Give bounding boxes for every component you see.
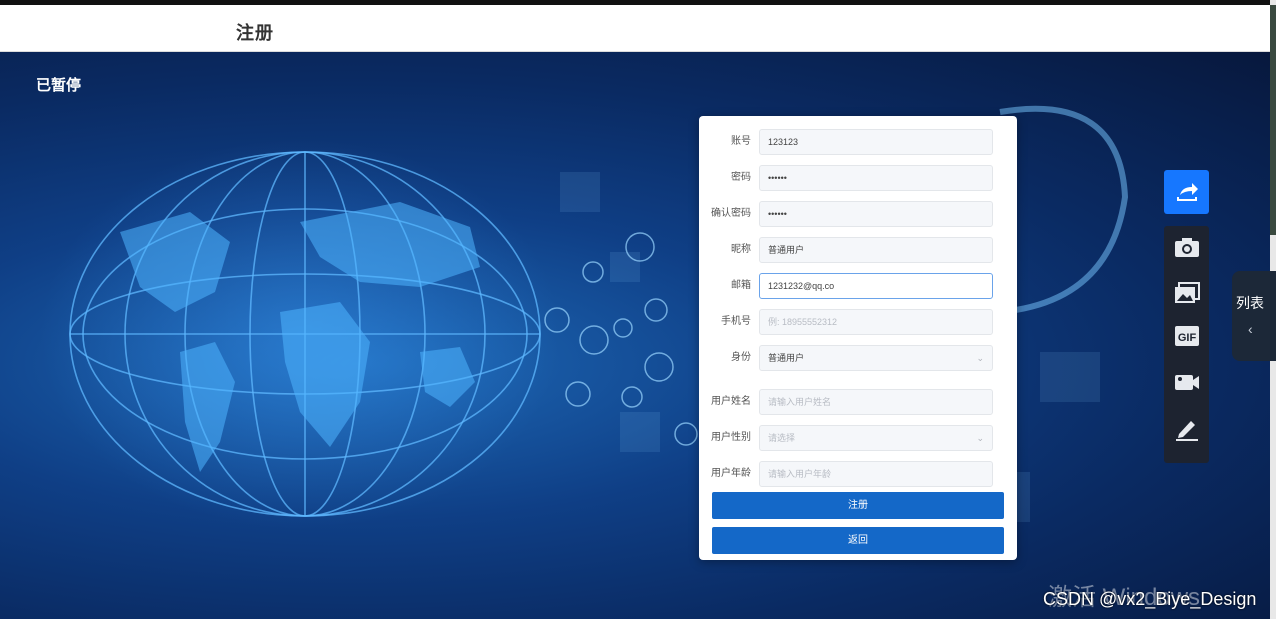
share-icon: [1164, 174, 1209, 210]
scrollbar-thumb[interactable]: [1270, 5, 1276, 235]
email-input[interactable]: 1231232@qq.co: [759, 273, 993, 299]
username-label: 用户姓名: [711, 396, 751, 407]
gif-icon[interactable]: GIF: [1164, 318, 1209, 354]
confirm-password-label: 确认密码: [711, 208, 751, 219]
chevron-left-icon[interactable]: ‹: [1248, 321, 1253, 337]
confirm-password-row: 确认密码 ••••••: [699, 201, 1017, 227]
chevron-down-icon: ⌄: [976, 433, 984, 443]
svg-text:GIF: GIF: [1177, 332, 1196, 344]
confirm-password-input[interactable]: ••••••: [759, 201, 993, 227]
gallery-icon[interactable]: [1164, 275, 1209, 311]
phone-input[interactable]: 例: 18955552312: [759, 309, 993, 335]
account-input[interactable]: 123123: [759, 129, 993, 155]
account-row: 账号 123123: [699, 129, 1017, 155]
age-row: 用户年龄 请输入用户年龄: [699, 461, 1017, 487]
share-button[interactable]: [1164, 170, 1209, 214]
account-label: 账号: [731, 136, 751, 147]
list-side-panel[interactable]: 列表 ‹: [1232, 271, 1276, 361]
nickname-row: 昵称 普通用户: [699, 237, 1017, 263]
camera-icon[interactable]: [1164, 229, 1209, 265]
nickname-label: 昵称: [731, 244, 751, 255]
phone-label: 手机号: [721, 316, 751, 327]
register-button[interactable]: 注册: [712, 492, 1004, 519]
chevron-down-icon: ⌄: [976, 353, 984, 363]
email-row: 邮箱 1231232@qq.co: [699, 273, 1017, 299]
gender-select[interactable]: 请选择 ⌄: [759, 425, 993, 451]
page-header: 注册: [0, 5, 1270, 52]
capture-toolbar: GIF: [1164, 226, 1209, 463]
pen-icon[interactable]: [1164, 411, 1209, 447]
identity-select[interactable]: 普通用户 ⌄: [759, 345, 993, 371]
email-label: 邮箱: [731, 280, 751, 291]
password-input[interactable]: ••••••: [759, 165, 993, 191]
back-button[interactable]: 返回: [712, 527, 1004, 554]
identity-select-value: 普通用户: [768, 353, 805, 363]
register-form-card: 账号 123123 密码 •••••• 确认密码 •••••• 昵称 普通用户 …: [699, 116, 1017, 560]
username-input[interactable]: 请输入用户姓名: [759, 389, 993, 415]
age-label: 用户年龄: [711, 468, 751, 479]
list-label: 列表: [1236, 295, 1264, 311]
globe-background-art: [40, 105, 1129, 529]
nickname-input[interactable]: 普通用户: [759, 237, 993, 263]
gender-select-placeholder: 请选择: [768, 433, 796, 443]
username-row: 用户姓名 请输入用户姓名: [699, 389, 1017, 415]
password-row: 密码 ••••••: [699, 165, 1017, 191]
paused-indicator: 已暂停: [36, 77, 82, 94]
gender-row: 用户性别 请选择 ⌄: [699, 425, 1017, 451]
gender-label: 用户性别: [711, 432, 751, 443]
identity-row: 身份 普通用户 ⌄: [699, 345, 1017, 371]
age-input[interactable]: 请输入用户年龄: [759, 461, 993, 487]
password-label: 密码: [731, 172, 751, 183]
page-title: 注册: [236, 23, 274, 43]
csdn-watermark: CSDN @vx2_Biye_Design: [1043, 589, 1257, 609]
phone-row: 手机号 例: 18955552312: [699, 309, 1017, 335]
video-icon[interactable]: [1164, 364, 1209, 400]
background-globe-scene: [0, 52, 1270, 619]
identity-label: 身份: [731, 352, 751, 363]
